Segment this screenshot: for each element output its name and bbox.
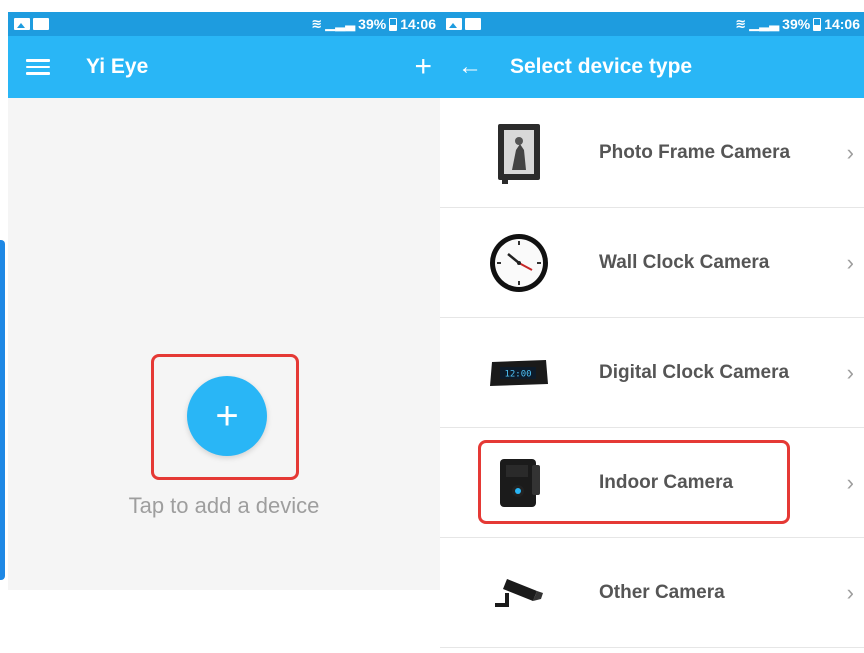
chevron-right-icon: › — [846, 469, 854, 495]
device-label: Digital Clock Camera — [599, 361, 790, 383]
wall-clock-camera-icon — [484, 228, 554, 298]
highlight-box — [151, 354, 299, 480]
battery-icon — [389, 17, 398, 31]
device-label: Other Camera — [599, 581, 725, 603]
empty-state: + Tap to add a device — [8, 98, 440, 590]
digital-clock-camera-icon: 12:00 — [484, 338, 554, 408]
status-bar: ≋ ▁▂▃ 39% 14:06 — [440, 12, 864, 36]
add-icon[interactable]: + — [414, 52, 432, 82]
device-row-photo-frame[interactable]: Photo Frame Camera › — [440, 98, 864, 208]
tap-hint-text: Tap to add a device — [128, 493, 320, 518]
chevron-right-icon: › — [846, 579, 854, 605]
left-edge-accent — [0, 240, 5, 580]
wifi-icon: ≋ — [735, 16, 747, 31]
chevron-right-icon: › — [846, 249, 854, 275]
app-title: Yi Eye — [86, 55, 149, 78]
device-type-list: Photo Frame Camera › Wall Clock Camera ›… — [440, 98, 864, 648]
screen-notification-icon — [33, 18, 49, 30]
status-time: 14:06 — [824, 16, 860, 32]
signal-icon: ▁▂▃ — [325, 16, 356, 31]
device-row-digital-clock[interactable]: 12:00 Digital Clock Camera › — [440, 318, 864, 428]
highlight-box — [478, 440, 790, 524]
device-row-other[interactable]: Other Camera › — [440, 538, 864, 648]
battery-percent: 39% — [782, 16, 811, 32]
digital-clock-display: 12:00 — [504, 369, 531, 379]
device-label: Photo Frame Camera — [599, 141, 791, 163]
menu-icon[interactable] — [26, 59, 50, 75]
gallery-notification-icon — [446, 18, 462, 30]
app-bar: Yi Eye + — [8, 36, 440, 98]
app-bar: ← Select device type — [440, 36, 864, 98]
battery-percent: 39% — [358, 16, 387, 32]
other-camera-icon — [484, 558, 554, 628]
status-bar: ≋ ▁▂▃ 39% 14:06 — [8, 12, 440, 36]
home-screen: ≋ ▁▂▃ 39% 14:06 Yi Eye + + Tap to add a … — [8, 12, 440, 590]
device-label: Wall Clock Camera — [599, 251, 770, 273]
chevron-right-icon: › — [846, 139, 854, 165]
wifi-icon: ≋ — [311, 16, 323, 31]
gallery-notification-icon — [14, 18, 30, 30]
back-arrow-icon[interactable]: ← — [458, 53, 482, 81]
device-row-wall-clock[interactable]: Wall Clock Camera › — [440, 208, 864, 318]
screen-notification-icon — [465, 18, 481, 30]
status-time: 14:06 — [400, 16, 436, 32]
select-device-screen: ≋ ▁▂▃ 39% 14:06 ← Select device type Pho… — [440, 12, 864, 653]
screen-title: Select device type — [510, 55, 693, 78]
chevron-right-icon: › — [846, 359, 854, 385]
signal-icon: ▁▂▃ — [749, 16, 780, 31]
photo-frame-camera-icon — [484, 118, 554, 188]
battery-icon — [813, 17, 822, 31]
